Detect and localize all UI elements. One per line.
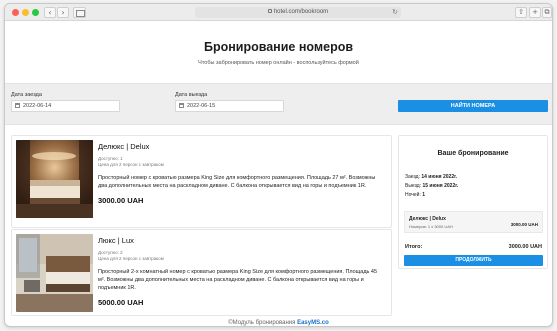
new-tab-button[interactable]: + xyxy=(529,7,541,18)
summary-checkin-value: 14 июня 2022г. xyxy=(421,174,458,180)
lock-icon xyxy=(267,9,272,13)
summary-checkin: Заезд: 14 июня 2022г. xyxy=(405,174,457,180)
page-title: Бронирование номеров xyxy=(203,40,354,54)
address-text: hotel.com/bookroom xyxy=(273,9,329,15)
footer-copyright: ©Модуль бронирования xyxy=(228,320,296,326)
checkin-date-input[interactable]: 2022-06-14 xyxy=(11,100,120,112)
room-info: Люкс | Lux Доступно: 2 Цена для 2 персон… xyxy=(98,236,385,307)
date-search-bar: Дата заезда 2022-06-14 Дата выезда 2022-… xyxy=(5,83,552,125)
room-description: Просторный номер с кроватью размера King… xyxy=(98,175,376,189)
zoom-window-button[interactable] xyxy=(32,9,39,16)
room-photo-lux[interactable] xyxy=(16,234,93,312)
checkin-label: Дата заезда xyxy=(11,92,42,98)
share-button[interactable]: ⇧ xyxy=(515,7,527,18)
selected-room-note: Номеров: 1 x 3000 UAH xyxy=(409,224,453,229)
summary-nights-label: Ночей: xyxy=(405,192,421,198)
checkout-label: Дата выезда xyxy=(175,92,208,98)
tabs-icon: ⧉ xyxy=(544,8,550,16)
room-price: 5000.00 UAH xyxy=(98,298,144,307)
summary-nights-value: 1 xyxy=(422,192,426,198)
sidebar-toggle-button[interactable] xyxy=(73,7,86,18)
selected-room-name: Делюкс | Delux xyxy=(409,216,446,222)
find-rooms-button[interactable]: НАЙТИ НОМЕРА xyxy=(398,100,548,112)
room-photo-delux-image xyxy=(16,140,93,218)
page-subtitle: Чтобы забронировать номер онлайн - воспо… xyxy=(198,60,359,66)
calendar-icon xyxy=(15,103,20,108)
selected-room-price: 3000.00 UAH xyxy=(510,222,538,227)
address-bar[interactable]: hotel.com/bookroom ↻ xyxy=(195,7,401,18)
plus-icon: + xyxy=(532,8,538,16)
chevron-left-icon: ‹ xyxy=(48,8,52,17)
summary-checkin-label: Заезд: xyxy=(405,174,420,180)
total-label: Итого: xyxy=(405,244,423,250)
room-info: Делюкс | Delux Доступно: 1 Цена для 2 пе… xyxy=(98,142,385,205)
tab-overview-button[interactable]: ⧉ xyxy=(542,7,552,18)
total-value: 3000.00 UAH xyxy=(508,244,542,250)
calendar-icon xyxy=(179,103,184,108)
reload-icon[interactable]: ↻ xyxy=(392,7,398,18)
booking-summary-panel: Ваше бронирование Заезд: 14 июня 2022г. … xyxy=(398,135,548,269)
browser-toolbar: ‹ › hotel.com/bookroom ↻ ⇧ + ⧉ xyxy=(5,4,552,21)
room-name[interactable]: Люкс | Lux xyxy=(98,236,385,245)
footer-brand-link[interactable]: EasyMS.co xyxy=(297,320,329,326)
room-card-lux: Люкс | Lux Доступно: 2 Цена для 2 персон… xyxy=(11,229,392,316)
room-price: 3000.00 UAH xyxy=(98,196,144,205)
room-price-note: Цена для 2 персон с завтраком xyxy=(98,162,164,167)
summary-nights: Ночей: 1 xyxy=(405,192,425,198)
room-name[interactable]: Делюкс | Delux xyxy=(98,142,385,151)
room-photo-delux[interactable] xyxy=(16,140,93,218)
footer: ©Модуль бронирования EasyMS.co xyxy=(5,320,552,326)
minimize-window-button[interactable] xyxy=(22,9,29,16)
back-button[interactable]: ‹ xyxy=(44,7,56,18)
close-window-button[interactable] xyxy=(12,9,19,16)
checkout-date-value: 2022-06-15 xyxy=(187,103,216,109)
continue-button[interactable]: ПРОДОЛЖИТЬ xyxy=(404,255,543,266)
chevron-right-icon: › xyxy=(61,8,65,17)
forward-button[interactable]: › xyxy=(57,7,69,18)
selected-room-item: Делюкс | Delux Номеров: 1 x 3000 UAH 300… xyxy=(404,211,543,233)
summary-checkout: Выезд: 15 июня 2022г. xyxy=(405,183,458,189)
room-photo-lux-image xyxy=(16,234,93,312)
browser-window: ‹ › hotel.com/bookroom ↻ ⇧ + ⧉ Бронирова… xyxy=(4,3,553,327)
summary-checkout-label: Выезд: xyxy=(405,183,422,189)
summary-checkout-value: 15 июня 2022г. xyxy=(422,183,459,189)
room-card-delux: Делюкс | Delux Доступно: 1 Цена для 2 пе… xyxy=(11,135,392,228)
share-icon: ⇧ xyxy=(518,8,524,16)
checkin-date-value: 2022-06-14 xyxy=(23,103,52,109)
room-price-note: Цена для 2 персон с завтраком xyxy=(98,256,164,261)
booking-summary-title: Ваше бронирование xyxy=(437,150,509,157)
checkout-date-input[interactable]: 2022-06-15 xyxy=(175,100,284,112)
room-description: Просторный 2-х комнатный номер с кровать… xyxy=(98,269,378,291)
